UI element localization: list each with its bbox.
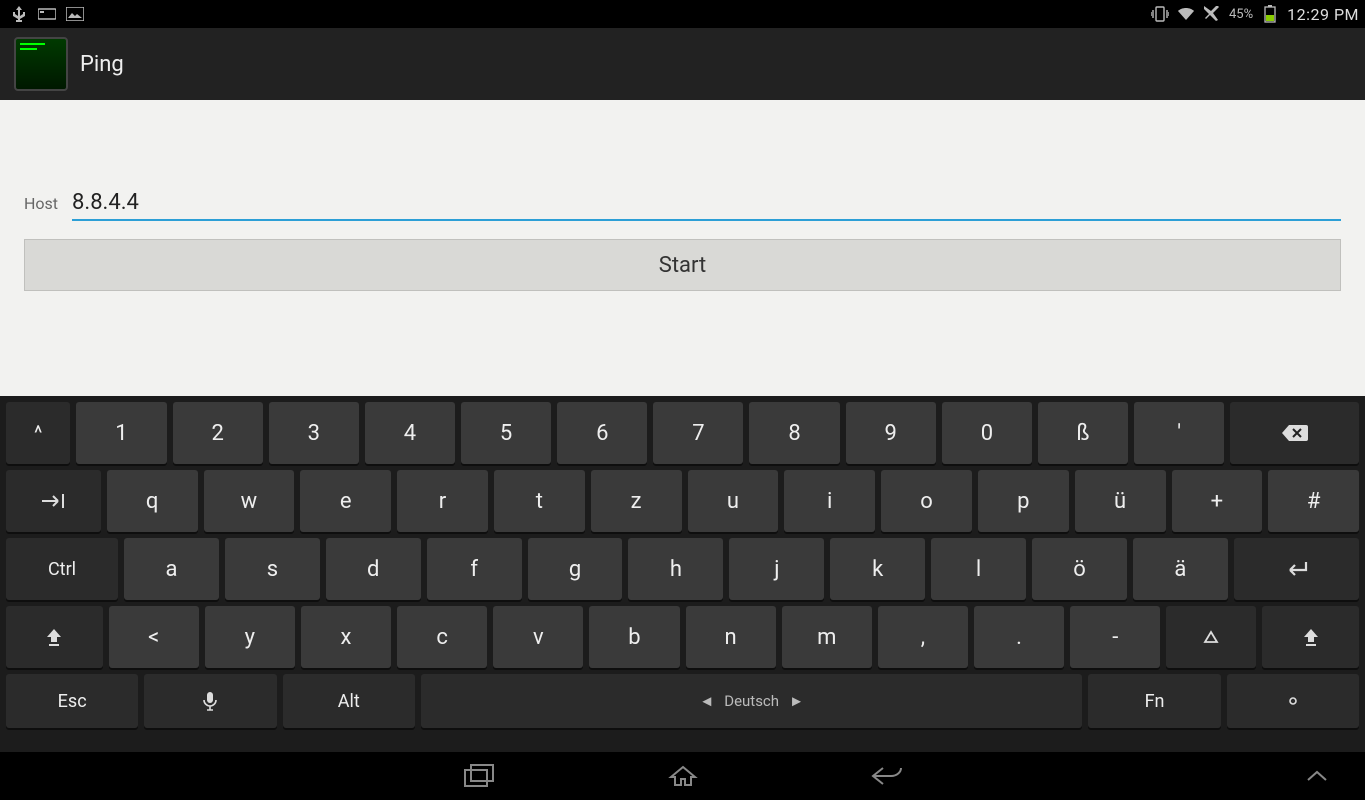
key-a[interactable]: a <box>124 538 219 600</box>
status-clock: 12:29 PM <box>1287 5 1359 24</box>
key-tab[interactable] <box>6 470 101 532</box>
nav-home-button[interactable] <box>661 758 705 794</box>
card-icon <box>38 5 56 23</box>
content-area: Host Start <box>0 100 1365 396</box>
key-ctrl[interactable]: Ctrl <box>6 538 118 600</box>
key-1[interactable]: 1 <box>76 402 166 464</box>
key-n[interactable]: n <box>686 606 776 668</box>
key-r[interactable]: r <box>397 470 488 532</box>
key-mic[interactable] <box>144 674 276 728</box>
key-fn[interactable]: Fn <box>1088 674 1220 728</box>
key-g[interactable]: g <box>528 538 623 600</box>
usb-icon <box>10 5 28 23</box>
battery-percent: 45% <box>1229 7 1253 22</box>
key-d[interactable]: d <box>326 538 421 600</box>
airplane-icon <box>1203 5 1221 23</box>
key-k[interactable]: k <box>830 538 925 600</box>
key-l[interactable]: l <box>931 538 1026 600</box>
key-f[interactable]: f <box>427 538 522 600</box>
key-6[interactable]: 6 <box>557 402 647 464</box>
key-oe[interactable]: ö <box>1032 538 1127 600</box>
key-u[interactable]: u <box>688 470 779 532</box>
keyboard-language: Deutsch <box>724 692 779 710</box>
key-v[interactable]: v <box>493 606 583 668</box>
key-shift-left[interactable] <box>6 606 103 668</box>
key-hash[interactable]: # <box>1268 470 1359 532</box>
key-esc[interactable]: Esc <box>6 674 138 728</box>
key-period[interactable]: . <box>974 606 1064 668</box>
key-p[interactable]: p <box>978 470 1069 532</box>
action-bar: Ping <box>0 28 1365 100</box>
key-backspace[interactable] <box>1230 402 1359 464</box>
key-q[interactable]: q <box>107 470 198 532</box>
key-comma[interactable]: , <box>878 606 968 668</box>
start-button[interactable]: Start <box>24 239 1341 291</box>
app-icon <box>14 37 68 91</box>
key-up[interactable] <box>1166 606 1256 668</box>
app-title: Ping <box>80 52 124 77</box>
battery-icon <box>1261 5 1279 23</box>
key-5[interactable]: 5 <box>461 402 551 464</box>
nav-back-button[interactable] <box>865 758 909 794</box>
key-0[interactable]: 0 <box>942 402 1032 464</box>
key-ue[interactable]: ü <box>1075 470 1166 532</box>
key-s[interactable]: s <box>225 538 320 600</box>
key-x[interactable]: x <box>301 606 391 668</box>
key-3[interactable]: 3 <box>269 402 359 464</box>
key-z[interactable]: z <box>591 470 682 532</box>
vibrate-icon <box>1151 5 1169 23</box>
key-t[interactable]: t <box>494 470 585 532</box>
key-7[interactable]: 7 <box>653 402 743 464</box>
nav-expand-button[interactable] <box>1295 758 1339 794</box>
wifi-icon <box>1177 5 1195 23</box>
key-compose[interactable] <box>1227 674 1359 728</box>
key-w[interactable]: w <box>204 470 295 532</box>
nav-recent-button[interactable] <box>457 758 501 794</box>
key-caret[interactable]: ^ <box>6 402 70 464</box>
key-y[interactable]: y <box>205 606 295 668</box>
key-9[interactable]: 9 <box>846 402 936 464</box>
host-input[interactable] <box>72 190 1341 221</box>
status-bar: 45% 12:29 PM <box>0 0 1365 28</box>
system-nav-bar <box>0 752 1365 800</box>
key-enter[interactable] <box>1234 538 1359 600</box>
key-j[interactable]: j <box>729 538 824 600</box>
key-c[interactable]: c <box>397 606 487 668</box>
key-ae[interactable]: ä <box>1133 538 1228 600</box>
key-8[interactable]: 8 <box>749 402 839 464</box>
key-h[interactable]: h <box>628 538 723 600</box>
key-b[interactable]: b <box>589 606 679 668</box>
key-apostrophe[interactable]: ' <box>1134 402 1224 464</box>
key-m[interactable]: m <box>782 606 872 668</box>
chevron-left-icon: ◄ <box>699 692 714 710</box>
key-shift-right[interactable] <box>1262 606 1359 668</box>
key-e[interactable]: e <box>300 470 391 532</box>
key-eszett[interactable]: ß <box>1038 402 1128 464</box>
chevron-right-icon: ► <box>789 692 804 710</box>
key-o[interactable]: o <box>881 470 972 532</box>
soft-keyboard: ^ 1 2 3 4 5 6 7 8 9 0 ß ' q w e r t z u … <box>0 396 1365 752</box>
key-dash[interactable]: - <box>1070 606 1160 668</box>
key-i[interactable]: i <box>784 470 875 532</box>
key-2[interactable]: 2 <box>173 402 263 464</box>
host-label: Host <box>24 194 58 213</box>
key-space[interactable]: ◄ Deutsch ► <box>421 674 1083 728</box>
key-alt[interactable]: Alt <box>283 674 415 728</box>
key-4[interactable]: 4 <box>365 402 455 464</box>
key-plus[interactable]: + <box>1172 470 1263 532</box>
image-icon <box>66 5 84 23</box>
key-lt[interactable]: < <box>109 606 199 668</box>
